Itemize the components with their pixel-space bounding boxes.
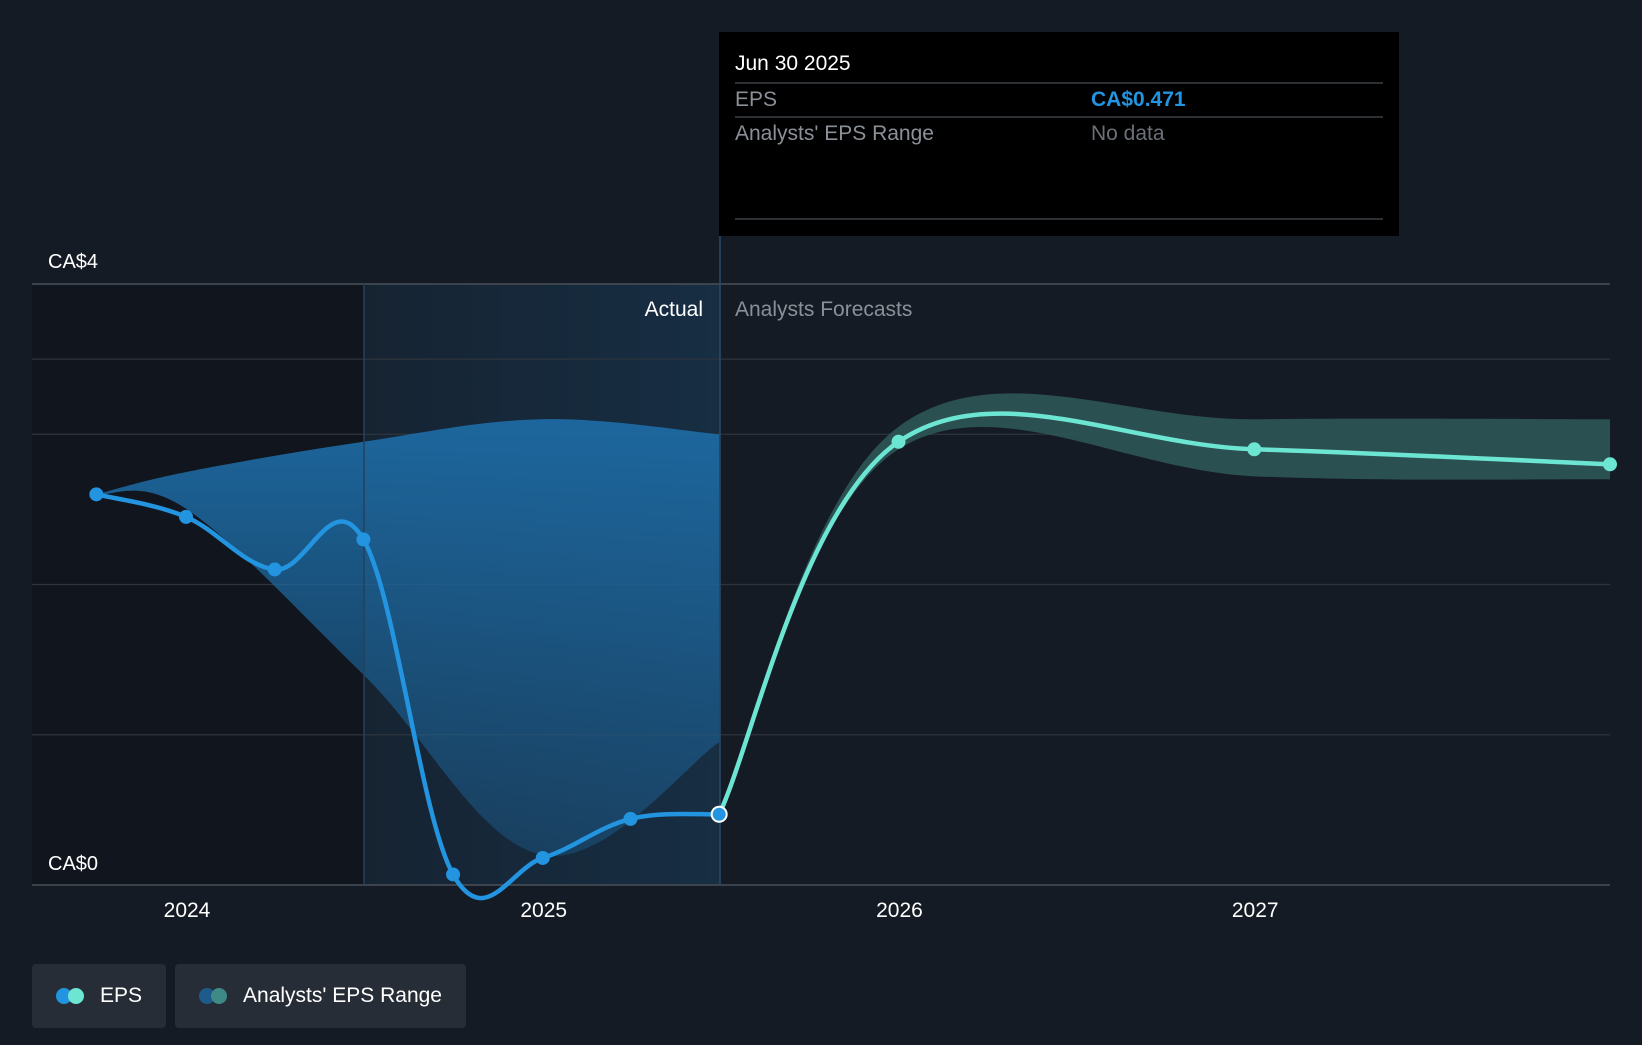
y-tick-label: CA$0 bbox=[48, 853, 98, 875]
legend-item-eps[interactable]: EPS bbox=[32, 964, 167, 1028]
x-tick-label: 2026 bbox=[876, 899, 923, 922]
eps-actual-point bbox=[623, 811, 638, 826]
x-tick-label: 2027 bbox=[1232, 899, 1279, 922]
eps-actual-point bbox=[446, 867, 461, 882]
eps-actual-point bbox=[267, 562, 282, 577]
tooltip-eps-label: EPS bbox=[735, 88, 777, 111]
actual-region-label: Actual bbox=[645, 298, 703, 321]
eps-dots-icon bbox=[56, 988, 86, 1004]
tooltip-eps-value: CA$0.471 bbox=[1091, 88, 1186, 111]
range-dots-icon bbox=[199, 988, 229, 1004]
legend-item-eps-range[interactable]: Analysts' EPS Range bbox=[175, 964, 466, 1028]
eps-chart: Actual Analysts Forecasts CA$0 CA$4 2024 2… bbox=[0, 0, 1642, 1040]
eps-actual-point bbox=[535, 850, 550, 865]
tooltip-range-label: Analysts' EPS Range bbox=[735, 122, 934, 145]
legend-range-label: Analysts' EPS Range bbox=[243, 984, 442, 1007]
x-tick-label: 2024 bbox=[164, 899, 211, 922]
hover-tooltip: Jun 30 2025 EPS CA$0.471 Analysts' EPS R… bbox=[719, 32, 1399, 236]
tooltip-range-value: No data bbox=[1091, 122, 1165, 145]
x-tick-label: 2025 bbox=[520, 899, 567, 922]
y-tick-label: CA$4 bbox=[48, 251, 98, 273]
legend-eps-label: EPS bbox=[100, 984, 143, 1007]
forecast-region-label: Analysts Forecasts bbox=[735, 298, 912, 321]
eps-actual-point bbox=[179, 509, 194, 524]
eps-forecast-point bbox=[1603, 457, 1617, 472]
eps-forecast-point bbox=[891, 434, 906, 449]
eps-actual-point bbox=[356, 532, 371, 547]
eps-highlight-point bbox=[710, 805, 728, 823]
eps-actual-point bbox=[89, 487, 104, 502]
tooltip-date: Jun 30 2025 bbox=[735, 52, 851, 75]
chart-canvas: Actual Analysts Forecasts CA$0CA$4 2024 2… bbox=[32, 32, 1617, 922]
chart-legend: EPS Analysts' EPS Range bbox=[32, 964, 466, 1028]
x-axis-ticks: 2024 2025 2026 2027 bbox=[164, 899, 1279, 922]
eps-forecast-point bbox=[1247, 442, 1262, 457]
